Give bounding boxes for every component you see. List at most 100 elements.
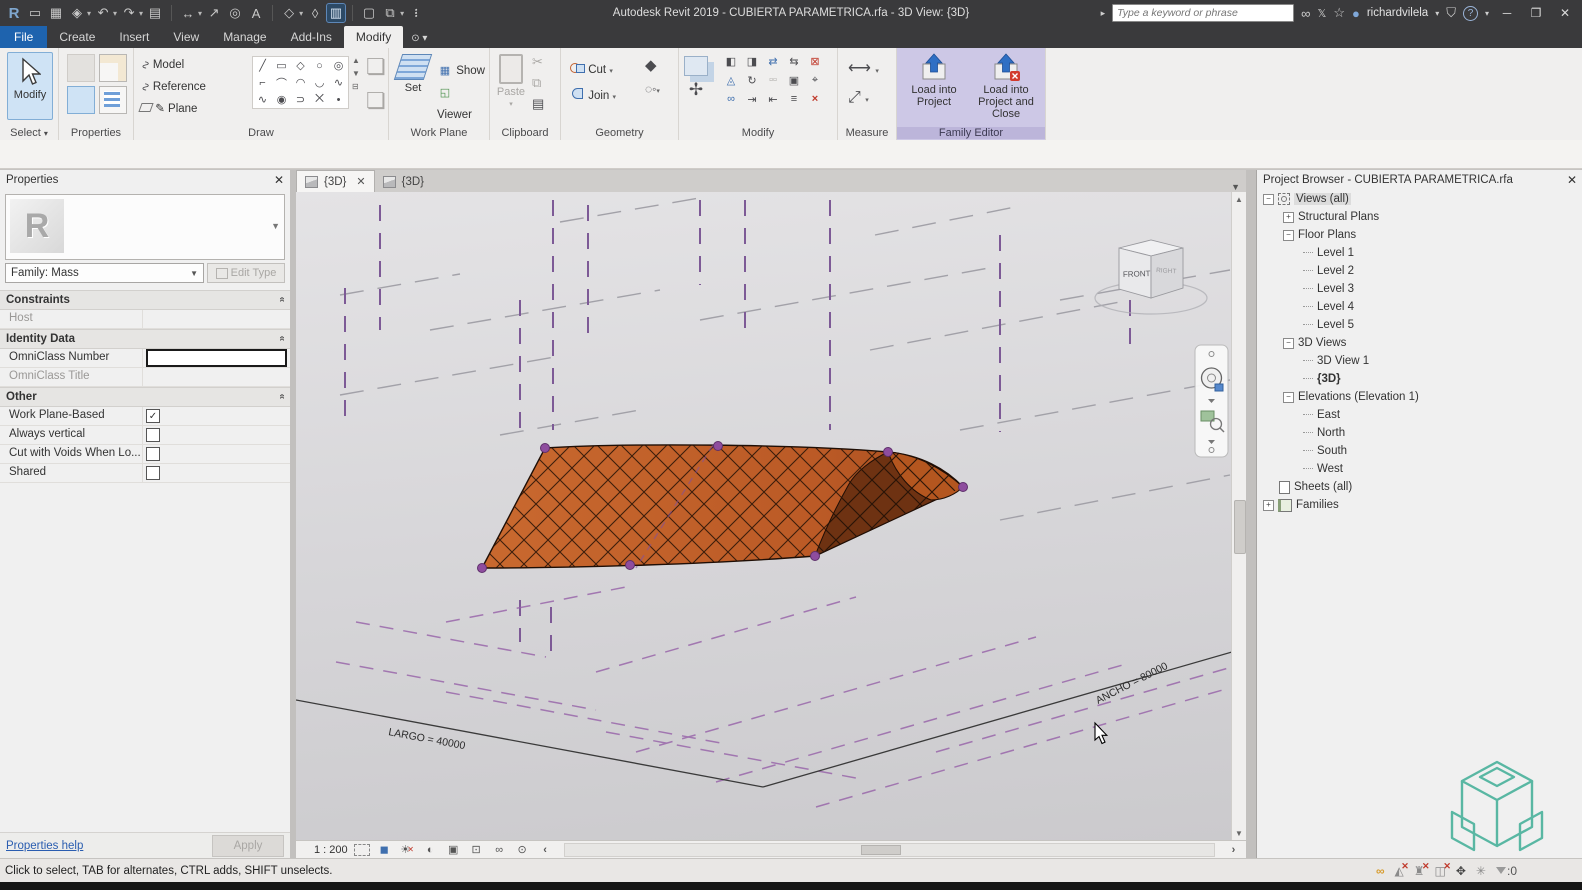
browser-item-sheets[interactable]: Sheets (all) — [1257, 478, 1582, 496]
exclude-options-icon[interactable]: ◫✕ — [1435, 864, 1446, 878]
identity-data-section[interactable]: Identity Data» — [0, 329, 290, 349]
scroll-down-arrow[interactable]: ▼ — [1232, 826, 1246, 840]
modify-tool-button[interactable]: Modify — [7, 52, 53, 120]
sync-button[interactable]: ◈ — [68, 4, 86, 22]
cut-with-voids-checkbox[interactable] — [146, 447, 160, 461]
property-row-always-vertical[interactable]: Always vertical — [0, 426, 290, 445]
properties-help-link[interactable]: Properties help — [6, 840, 83, 852]
inscribed-polygon-tool[interactable]: ◇ — [291, 57, 310, 74]
project-browser-close-icon[interactable]: ✕ — [1567, 173, 1577, 187]
favorites-star-icon[interactable]: ☆ — [1333, 5, 1345, 21]
cart-icon[interactable]: ⛉ — [1446, 5, 1456, 21]
browser-item-south[interactable]: South — [1257, 442, 1582, 460]
horizontal-scroll-thumb[interactable] — [861, 845, 901, 855]
browser-item-views[interactable]: Views (all) — [1257, 190, 1582, 208]
trim-multiple-button[interactable]: ≡ — [786, 92, 802, 106]
draw-expand[interactable]: ⊟ — [352, 82, 360, 91]
sun-path-icon[interactable]: ☀✕ — [399, 843, 416, 857]
expand-icon[interactable] — [1263, 500, 1274, 511]
rectangle-tool[interactable]: ▭ — [272, 57, 291, 74]
vertical-scroll-thumb[interactable] — [1234, 500, 1246, 554]
temporary-hide-isolate-icon[interactable]: ∞ — [491, 843, 508, 857]
revit-logo-icon[interactable]: R — [5, 4, 23, 22]
property-row-shared[interactable]: Shared — [0, 464, 290, 483]
text-button[interactable]: A — [247, 4, 265, 22]
browser-item-level-1[interactable]: Level 1 — [1257, 244, 1582, 262]
view-tab-list-dropdown[interactable]: ▼ — [1231, 182, 1240, 192]
load-into-project-close-button[interactable]: Load into Project and Close — [971, 52, 1041, 120]
set-work-plane-button[interactable]: Set — [395, 54, 431, 94]
search-icon[interactable]: ∞ — [1301, 6, 1310, 21]
section-button[interactable]: ◊ — [306, 4, 324, 22]
browser-item-3d-view-1[interactable]: 3D View 1 — [1257, 352, 1582, 370]
other-section[interactable]: Other» — [0, 387, 290, 407]
collapse-icon[interactable] — [1263, 194, 1274, 205]
start-end-radius-arc-tool[interactable]: ⌐ — [253, 74, 272, 91]
browser-item-structural-plans[interactable]: Structural Plans — [1257, 208, 1582, 226]
collapse-viewbar-arrow[interactable]: ‹ — [537, 843, 554, 857]
search-expand-icon[interactable]: ▸ — [1101, 8, 1106, 19]
draw-scroll-up[interactable]: ▲ — [352, 56, 360, 65]
circumscribed-polygon-tool[interactable]: ○ — [310, 57, 329, 74]
align-button[interactable]: ◬ — [723, 73, 739, 87]
mirror-draw-axis-button[interactable]: ◨ — [744, 54, 760, 68]
detail-level-icon[interactable] — [354, 844, 370, 856]
customize-qat-button[interactable]: ᎒ — [407, 4, 425, 22]
help-dropdown[interactable]: ▾ — [1485, 9, 1489, 18]
fillet-arc-tool[interactable]: ◡ — [310, 74, 329, 91]
canvas-vertical-scrollbar[interactable]: ▲ ▼ — [1231, 192, 1246, 840]
constraints-section[interactable]: Constraints» — [0, 290, 290, 310]
browser-item-3d-views[interactable]: 3D Views — [1257, 334, 1582, 352]
show-work-plane-button[interactable]: ▦ Show — [437, 60, 489, 82]
press-drag-icon[interactable]: ✥ — [1456, 864, 1466, 878]
collapse-icon[interactable]: » — [277, 395, 288, 399]
center-ends-arc-tool[interactable]: ⌒ — [272, 74, 291, 91]
type-selector-dropdown[interactable]: ▼ — [271, 221, 280, 231]
ellipse-tool[interactable]: ∿ — [253, 91, 272, 108]
property-row-cut-with-voids[interactable]: Cut with Voids When Lo... — [0, 445, 290, 464]
user-dropdown[interactable]: ▾ — [1435, 9, 1439, 18]
dimension-button[interactable]: ⤢ ▾ — [848, 85, 879, 114]
collapse-icon[interactable] — [1283, 230, 1294, 241]
array-button[interactable]: ∞ — [723, 92, 739, 106]
exchange-apps-icon[interactable]: 𝕏 — [1317, 7, 1326, 20]
family-types-button[interactable] — [99, 54, 127, 82]
close-view-tab-icon[interactable]: ✕ — [356, 175, 365, 188]
editable-only-icon[interactable]: ◭✕ — [1395, 864, 1404, 878]
worksets-icon[interactable]: ∞ — [1376, 864, 1385, 878]
undo-button[interactable]: ↶ — [94, 4, 112, 22]
load-into-project-button[interactable]: Load into Project — [901, 52, 967, 108]
tab-insert[interactable]: Insert — [107, 26, 161, 48]
measure-between-refs-button[interactable]: ⟷ ▾ — [848, 56, 879, 85]
cut-geometry-button[interactable]: Cut ▾ — [569, 58, 616, 84]
point-element-tool[interactable]: • — [329, 91, 348, 108]
pick-lines-tool[interactable]: ⊃ — [291, 91, 310, 108]
solid-forms-icon[interactable]: ◆ — [645, 56, 660, 74]
reference-line-button[interactable]: ∿ Reference — [140, 76, 206, 98]
always-vertical-checkbox[interactable] — [146, 428, 160, 442]
collapse-icon[interactable]: » — [277, 298, 288, 302]
mirror-pick-axis-button[interactable]: ◧ — [723, 54, 739, 68]
crop-view-icon[interactable]: ▣ — [445, 843, 462, 857]
canvas-horizontal-scrollbar[interactable] — [564, 843, 1215, 857]
browser-item-families[interactable]: Families — [1257, 496, 1582, 514]
browser-item-north[interactable]: North — [1257, 424, 1582, 442]
minimize-button[interactable]: ─ — [1496, 6, 1518, 20]
browser-item-east[interactable]: East — [1257, 406, 1582, 424]
partial-ellipse-tool[interactable]: ◉ — [272, 91, 291, 108]
default-3d-view-button[interactable]: ◇ — [280, 4, 298, 22]
background-processes-icon[interactable]: ✳ — [1476, 864, 1486, 878]
view-tab-3d-inactive[interactable]: {3D} — [375, 171, 432, 192]
property-row-work-plane-based[interactable]: Work Plane-Based ✓ — [0, 407, 290, 426]
select-panel-label[interactable]: Select ▾ — [0, 127, 58, 139]
reference-plane-button[interactable]: ✎ Plane — [140, 98, 206, 120]
tab-manage[interactable]: Manage — [211, 26, 278, 48]
scroll-up-arrow[interactable]: ▲ — [1232, 192, 1246, 206]
family-category-button[interactable] — [67, 54, 95, 82]
ribbon-display-toggle[interactable]: ⊙ ▾ — [411, 33, 427, 48]
model-line-button[interactable]: ∿ Model — [140, 54, 206, 76]
navigation-bar[interactable] — [1195, 345, 1228, 457]
browser-item-level-4[interactable]: Level 4 — [1257, 298, 1582, 316]
view-tab-3d-active[interactable]: {3D} ✕ — [296, 170, 375, 192]
user-icon[interactable]: ● — [1352, 6, 1360, 21]
